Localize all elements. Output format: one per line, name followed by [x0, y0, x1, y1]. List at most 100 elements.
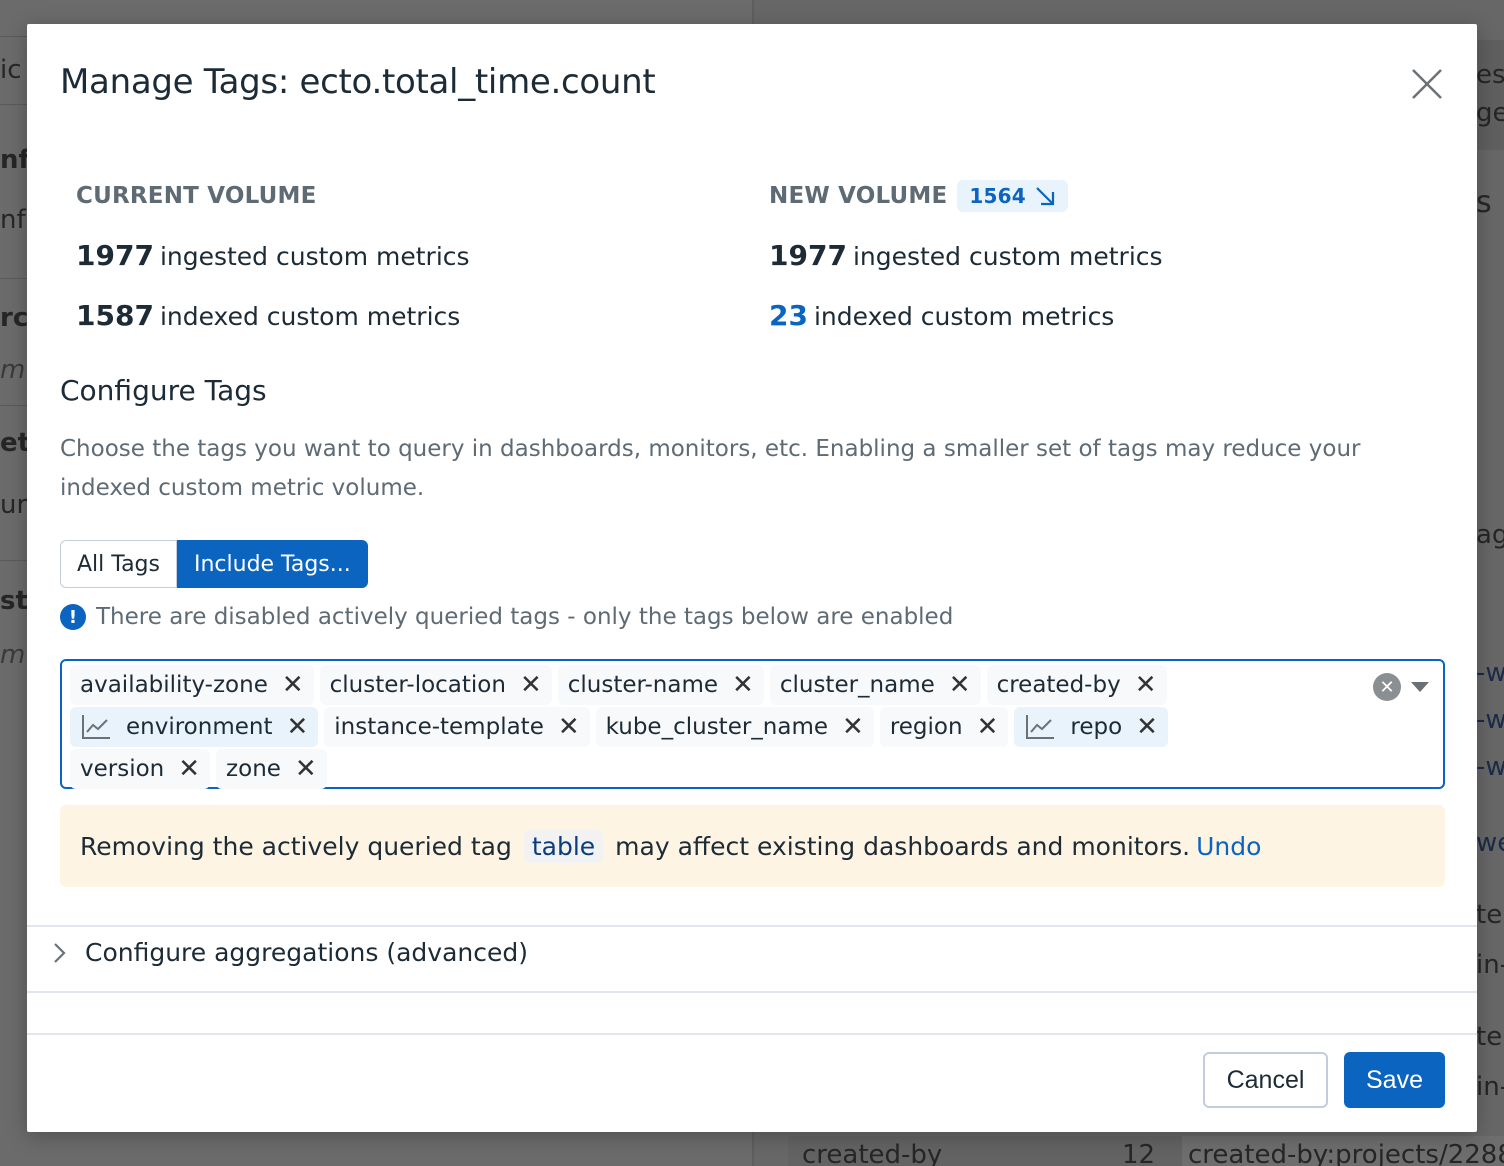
new-volume-heading: NEW VOLUME: [769, 183, 948, 209]
clear-all-icon[interactable]: ✕: [1373, 673, 1401, 701]
current-ingested-metrics: 1977 ingested custom metrics: [76, 236, 470, 276]
tag-chip-queried: environment ✕: [70, 707, 319, 747]
close-button[interactable]: [1409, 66, 1445, 102]
bg-fragment: ter: [1476, 1022, 1504, 1052]
tag-label: availability-zone: [80, 672, 268, 698]
bg-row-count: 12: [1122, 1140, 1156, 1166]
tag-label: cluster_name: [779, 672, 935, 698]
new-volume: NEW VOLUME 1564 1977 ingested custom metr…: [769, 176, 1163, 336]
line-chart-icon: [1026, 715, 1055, 739]
new-indexed-metrics: 23 indexed custom metrics: [769, 296, 1163, 336]
tag-mode-toggle: All Tags Include Tags...: [60, 540, 368, 588]
bg-fragment: est: [1476, 60, 1504, 90]
tag-chip: instance-template ✕: [324, 707, 590, 747]
close-icon: [1412, 69, 1442, 99]
new-indexed-count: 23: [769, 299, 808, 332]
tag-row: availability-zone ✕ cluster-location ✕ clu…: [70, 665, 1343, 705]
tag-label: created-by: [996, 672, 1121, 698]
info-message: ! There are disabled actively queried ta…: [60, 604, 953, 630]
tag-chip: cluster_name ✕: [769, 665, 981, 705]
remove-tag-icon[interactable]: ✕: [842, 714, 864, 740]
bg-fragment: in-: [1476, 950, 1504, 980]
configure-aggregations-label: Configure aggregations (advanced): [85, 938, 528, 967]
undo-link[interactable]: Undo: [1196, 832, 1261, 861]
arrow-down-right-icon: [1036, 187, 1054, 206]
tag-chip: region ✕: [879, 707, 1009, 747]
warning-prefix: Removing the actively queried tag: [80, 831, 512, 861]
tag-label: kube_cluster_name: [605, 714, 829, 740]
bg-row-value: created-by:projects/22886: [1188, 1140, 1504, 1166]
warning-banner: Removing the actively queried tag table …: [60, 805, 1445, 887]
tag-label: instance-template: [334, 714, 544, 740]
current-ingested-label: ingested custom metrics: [159, 242, 470, 271]
tag-chip: cluster-name ✕: [557, 665, 764, 705]
tag-label: repo: [1070, 714, 1123, 740]
bg-fragment: ge: [1476, 98, 1504, 128]
bg-fragment: nf: [0, 145, 30, 175]
tag-label: region: [889, 714, 963, 740]
bg-fragment: -w: [1476, 752, 1504, 782]
current-indexed-label: indexed custom metrics: [159, 302, 461, 331]
configure-tags-description: Choose the tags you want to query in das…: [60, 436, 1361, 501]
remove-tag-icon[interactable]: ✕: [295, 756, 317, 782]
multiselect-controls: ✕: [1373, 673, 1429, 701]
bg-fragment: ic: [0, 55, 22, 85]
bg-fragment: s: [1476, 185, 1492, 220]
remove-tag-icon[interactable]: ✕: [977, 714, 999, 740]
cancel-button[interactable]: Cancel: [1203, 1052, 1328, 1108]
current-ingested-count: 1977: [76, 239, 154, 272]
warning-suffix: may affect existing dashboards and monit…: [615, 831, 1191, 861]
footer-divider: [27, 1033, 1477, 1035]
dropdown-caret-icon[interactable]: [1411, 682, 1429, 692]
configure-aggregations-toggle[interactable]: Configure aggregations (advanced): [49, 938, 528, 967]
tag-chip: created-by ✕: [986, 665, 1167, 705]
bg-fragment: m: [0, 355, 26, 385]
tag-multiselect[interactable]: availability-zone ✕ cluster-location ✕ clu…: [60, 659, 1445, 789]
remove-tag-icon[interactable]: ✕: [1136, 714, 1158, 740]
warning-tag: table: [523, 829, 604, 863]
remove-tag-icon[interactable]: ✕: [949, 672, 971, 698]
bg-fragment: -w: [1476, 705, 1504, 735]
all-tags-button[interactable]: All Tags: [60, 540, 177, 588]
bg-fragment: m: [0, 640, 26, 670]
tag-chip: zone ✕: [216, 749, 327, 789]
remove-tag-icon[interactable]: ✕: [1135, 672, 1157, 698]
current-indexed-count: 1587: [76, 299, 154, 332]
exclamation-info-icon: !: [60, 604, 86, 630]
current-volume-heading: CURRENT VOLUME: [76, 183, 317, 209]
save-button[interactable]: Save: [1344, 1052, 1445, 1108]
bg-fragment: nf: [0, 205, 26, 235]
include-tags-button[interactable]: Include Tags...: [176, 540, 368, 588]
bg-fragment: rc: [0, 303, 29, 333]
tag-chip: availability-zone ✕: [70, 665, 314, 705]
remove-tag-icon[interactable]: ✕: [282, 672, 304, 698]
line-chart-icon: [82, 715, 110, 739]
bg-fragment: ter: [1476, 900, 1504, 930]
bg-fragment: ag: [1476, 520, 1504, 550]
bg-fragment: -w: [1476, 658, 1504, 688]
remove-tag-icon[interactable]: ✕: [732, 672, 754, 698]
tag-chip: version ✕: [70, 749, 211, 789]
remove-tag-icon[interactable]: ✕: [520, 672, 542, 698]
new-volume-badge: 1564: [957, 180, 1068, 212]
tag-label: environment: [126, 714, 273, 740]
new-volume-badge-value: 1564: [969, 184, 1026, 208]
tag-label: zone: [226, 756, 281, 782]
remove-tag-icon[interactable]: ✕: [286, 714, 308, 740]
remove-tag-icon[interactable]: ✕: [558, 714, 580, 740]
new-ingested-count: 1977: [769, 239, 847, 272]
divider: [27, 925, 1477, 927]
new-ingested-label: ingested custom metrics: [852, 242, 1163, 271]
tag-row: environment ✕ instance-template ✕ kube_clu…: [70, 707, 1343, 747]
remove-tag-icon[interactable]: ✕: [178, 756, 200, 782]
current-indexed-metrics: 1587 indexed custom metrics: [76, 296, 470, 336]
modal-title: Manage Tags: ecto.total_time.count: [60, 62, 656, 102]
info-text: There are disabled actively queried tags…: [96, 604, 954, 630]
chevron-right-icon: [54, 942, 66, 963]
bg-fragment: ur: [0, 490, 28, 520]
bg-row-tag: created-by: [802, 1140, 943, 1166]
tag-label: cluster-location: [329, 672, 506, 698]
tag-label: version: [80, 756, 165, 782]
tag-row: version ✕ zone ✕: [70, 749, 1343, 789]
configure-tags-title: Configure Tags: [60, 374, 267, 407]
